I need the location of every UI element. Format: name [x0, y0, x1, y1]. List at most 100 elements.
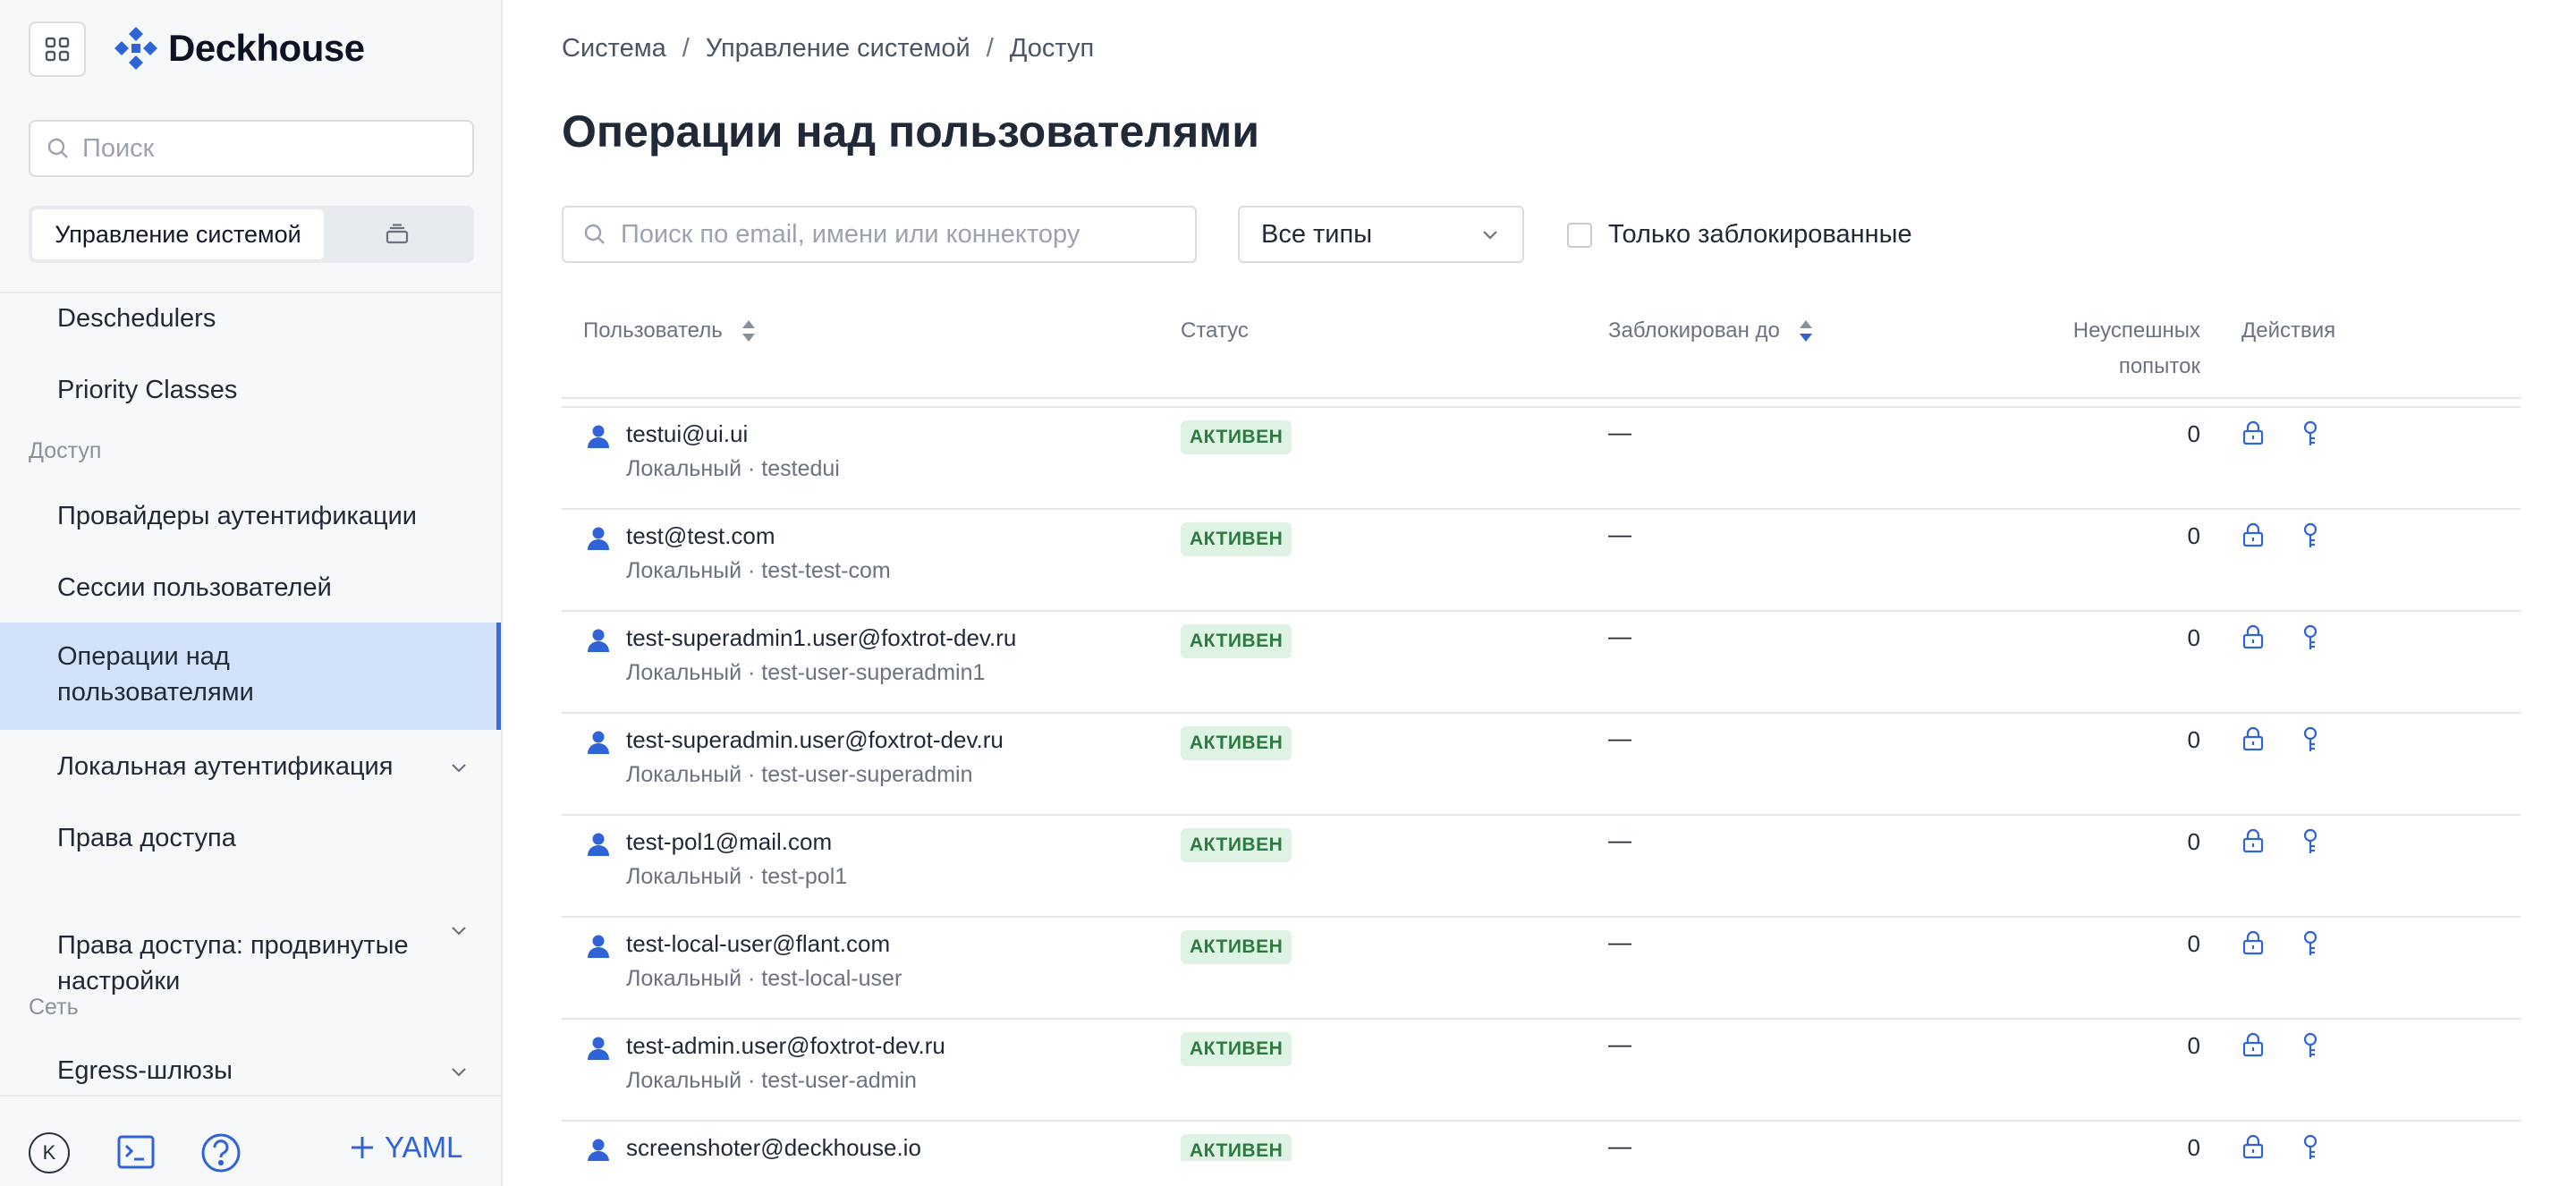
breadcrumb-item-system[interactable]: Система — [562, 34, 666, 64]
reset-password-button[interactable] — [2301, 1032, 2320, 1063]
lock-icon — [2242, 624, 2264, 649]
block-user-button[interactable] — [2241, 1032, 2265, 1062]
block-user-button[interactable] — [2241, 522, 2265, 552]
sidebar-search-input[interactable]: Поиск — [29, 120, 474, 177]
sidebar-item-user-operations[interactable]: Операции над пользователями — [0, 623, 501, 730]
sidebar-item-label: Сессии пользователей — [57, 573, 332, 602]
column-header-user[interactable]: Пользователь — [583, 313, 757, 349]
header-divider — [562, 397, 2521, 399]
failed-attempts-value: 0 — [2187, 624, 2200, 651]
sidebar-section-access: Доступ — [29, 438, 102, 463]
sidebar-item-egress-gateways[interactable]: Egress-шлюзы — [0, 1053, 501, 1089]
block-user-button[interactable] — [2241, 726, 2265, 756]
logo[interactable]: Deckhouse — [113, 23, 365, 73]
sidebar-item-priority-classes[interactable]: Priority Classes — [0, 372, 501, 408]
user-connector: Локальный · test-test-com — [626, 558, 891, 583]
sidebar-item-auth-providers[interactable]: Провайдеры аутентификации — [0, 498, 501, 534]
reset-password-button[interactable] — [2301, 726, 2320, 758]
reset-password-button[interactable] — [2301, 828, 2320, 860]
status-badge: АКТИВЕН — [1181, 930, 1292, 964]
search-icon — [47, 138, 68, 158]
type-filter-value: Все типы — [1261, 219, 1373, 249]
blocked-until-value: — — [1608, 623, 1631, 649]
sidebar-item-label: Права доступа — [57, 824, 236, 852]
breadcrumb-item-access[interactable]: Доступ — [1010, 34, 1094, 64]
sidebar-item-deschedulers[interactable]: Deschedulers — [0, 301, 501, 336]
help-icon[interactable] — [200, 1132, 242, 1173]
search-icon — [584, 224, 605, 244]
breadcrumb-item-system-management[interactable]: Управление системой — [706, 34, 970, 64]
table-row[interactable]: screenshoter@deckhouse.io АКТИВЕН — 0 — [562, 1122, 2521, 1161]
table-row[interactable]: test@test.com Локальный · test-test-com АК… — [562, 510, 2521, 612]
user-connector: Локальный · testedui — [626, 456, 840, 481]
block-user-button[interactable] — [2241, 624, 2265, 654]
block-user-button[interactable] — [2241, 828, 2265, 858]
blocked-until-value: — — [1608, 1030, 1631, 1057]
table-row[interactable]: test-superadmin1.user@foxtrot-dev.ru Лока… — [562, 612, 2521, 714]
apps-grid-button[interactable] — [29, 21, 86, 77]
breadcrumb-separator: / — [682, 34, 690, 63]
user-email[interactable]: screenshoter@deckhouse.io — [626, 1134, 921, 1161]
user-search-input[interactable]: Поиск по email, имени или коннектору — [562, 206, 1197, 263]
stack-icon — [386, 224, 409, 244]
failed-attempts-value: 0 — [2187, 1032, 2200, 1059]
user-email[interactable]: testui@ui.ui — [626, 420, 748, 448]
sidebar-item-label: Провайдеры аутентификации — [57, 502, 417, 530]
user-email[interactable]: test@test.com — [626, 522, 775, 550]
user-email[interactable]: test-local-user@flant.com — [626, 930, 890, 958]
type-filter-select[interactable]: Все типы — [1238, 206, 1524, 263]
failed-attempts-value: 0 — [2187, 828, 2200, 855]
failed-attempts-value: 0 — [2187, 726, 2200, 753]
lock-icon — [2242, 1134, 2264, 1159]
table-row[interactable]: test-admin.user@foxtrot-dev.ru Локальный … — [562, 1020, 2521, 1122]
status-badge: АКТИВЕН — [1181, 726, 1292, 760]
user-icon-wrap — [587, 730, 610, 759]
avatar[interactable]: K — [29, 1132, 70, 1173]
terminal-icon[interactable] — [116, 1132, 156, 1172]
chevron-down-icon — [1483, 231, 1497, 240]
table-row[interactable]: test-local-user@flant.com Локальный · tes… — [562, 918, 2521, 1020]
reset-password-button[interactable] — [2301, 624, 2320, 656]
user-email[interactable]: test-pol1@mail.com — [626, 828, 832, 856]
user-icon — [588, 731, 609, 754]
sidebar-search-placeholder: Поиск — [82, 133, 155, 163]
table-row[interactable]: testui@ui.ui Локальный · testedui АКТИВЕН —… — [562, 408, 2521, 510]
mode-projects[interactable] — [324, 209, 470, 259]
user-email[interactable]: test-admin.user@foxtrot-dev.ru — [626, 1032, 945, 1060]
user-email[interactable]: test-superadmin.user@foxtrot-dev.ru — [626, 726, 1004, 754]
block-user-button[interactable] — [2241, 1134, 2265, 1161]
lock-icon — [2242, 420, 2264, 445]
reset-password-button[interactable] — [2301, 420, 2320, 452]
user-connector: Локальный · test-user-superadmin — [626, 762, 973, 787]
column-header-label: Пользователь — [583, 318, 723, 343]
mode-system-management[interactable]: Управление системой — [32, 209, 324, 259]
user-icon — [588, 1139, 609, 1161]
sidebar-item-user-sessions[interactable]: Сессии пользователей — [0, 570, 501, 606]
blocked-until-value: — — [1608, 724, 1631, 751]
user-email[interactable]: test-superadmin1.user@foxtrot-dev.ru — [626, 624, 1016, 652]
user-icon-wrap — [587, 832, 610, 861]
add-yaml-button[interactable]: YAML — [349, 1131, 462, 1165]
chevron-down-icon — [452, 1068, 466, 1077]
blocked-only-filter[interactable]: Только заблокированные — [1567, 220, 1912, 250]
column-header-actions: Действия — [2241, 318, 2336, 343]
table-row[interactable]: test-superadmin.user@foxtrot-dev.ru Локал… — [562, 714, 2521, 816]
user-icon-wrap — [587, 526, 610, 555]
column-header-label: Неуспешных — [2072, 318, 2200, 343]
breadcrumb: Система / Управление системой / Доступ — [562, 34, 1094, 64]
key-icon — [2303, 420, 2318, 445]
column-header-blocked-until[interactable]: Заблокирован до — [1608, 313, 1814, 349]
sidebar-item-access-rights[interactable]: Права доступа — [0, 820, 501, 856]
status-badge: АКТИВЕН — [1181, 828, 1292, 862]
table-row[interactable]: test-pol1@mail.com Локальный · test-pol1 А… — [562, 816, 2521, 918]
reset-password-button[interactable] — [2301, 930, 2320, 962]
key-icon — [2303, 828, 2318, 853]
sidebar-item-local-auth[interactable]: Локальная аутентификация — [0, 749, 501, 784]
block-user-button[interactable] — [2241, 420, 2265, 450]
key-icon — [2303, 726, 2318, 751]
block-user-button[interactable] — [2241, 930, 2265, 960]
reset-password-button[interactable] — [2301, 1134, 2320, 1161]
sidebar-item-label: Deschedulers — [57, 304, 216, 333]
reset-password-button[interactable] — [2301, 522, 2320, 554]
blocked-only-checkbox[interactable] — [1567, 222, 1592, 248]
